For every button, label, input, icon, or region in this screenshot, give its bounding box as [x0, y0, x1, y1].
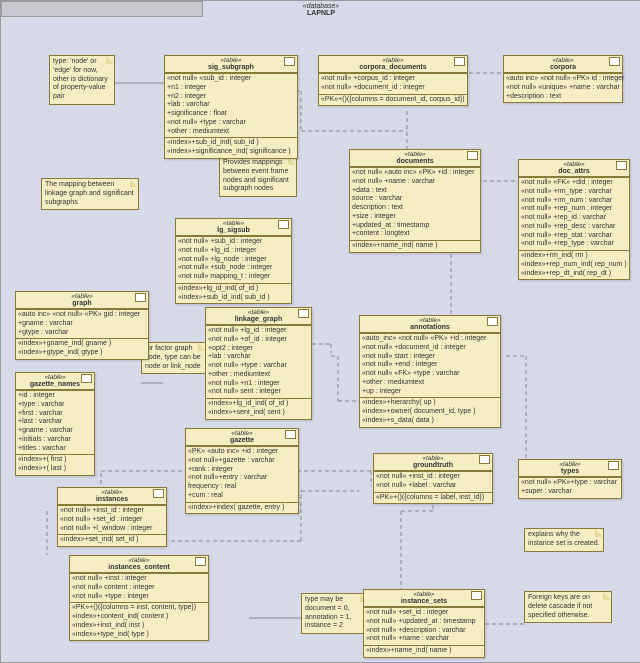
table-icon: [608, 461, 619, 470]
note-provides-mappings: Provides mappings between event frame no…: [219, 156, 297, 197]
note-mapping: The mapping between linkage graph and si…: [41, 178, 139, 210]
table-instances[interactable]: «table»instances «not null» +inst_id : i…: [57, 487, 167, 547]
table-icon: [487, 317, 498, 326]
db-name: LAPNLP: [307, 10, 335, 17]
table-instances-content[interactable]: «table»instances_content «not null» +ins…: [69, 555, 209, 641]
table-icon: [454, 57, 465, 66]
table-icon: [616, 161, 627, 170]
table-lg-sigsub[interactable]: «table»lg_sigsub «not null» +sub_id : in…: [175, 218, 292, 304]
table-icon: [285, 430, 296, 439]
table-gazette-names[interactable]: «table»gazette_names +id : integer+type …: [15, 372, 95, 476]
table-icon: [467, 151, 478, 160]
table-doc-attrs[interactable]: «table»doc_attrs «not null» «FK» +did : …: [518, 159, 630, 280]
table-sig-subgraph[interactable]: «table»sig_subgraph «not null» «sub_id :…: [164, 55, 298, 159]
table-gazette[interactable]: «table»gazette «PK» «auto inc» +id : int…: [185, 428, 299, 514]
table-icon: [195, 557, 206, 566]
table-icon: [278, 220, 289, 229]
table-icon: [284, 57, 295, 66]
table-icon: [479, 455, 490, 464]
note-explains: explains why the instance set is created…: [524, 528, 604, 552]
table-instance-sets[interactable]: «table»instance_sets «not null» +set_id …: [363, 589, 485, 658]
db-stereotype: «database»: [303, 3, 340, 10]
table-icon: [135, 293, 146, 302]
table-icon: [153, 489, 164, 498]
table-corpora[interactable]: «table»corpora «auto inc» «not null» «PK…: [503, 55, 623, 103]
er-diagram-canvas: «database» LAPNLP type: 'node': [0, 0, 640, 663]
table-icon: [471, 591, 482, 600]
note-type-maybe: type may be document = 0, annotation = 1…: [301, 593, 369, 634]
table-corpora-documents[interactable]: «table»corpora_documents «not null» +cor…: [318, 55, 468, 106]
database-title: «database» LAPNLP: [1, 3, 640, 17]
table-graph[interactable]: «table»graph «auto inc» «not null» «PK» …: [15, 291, 149, 360]
note-foreign-keys: Foreign keys are on delete cascade if no…: [524, 591, 612, 623]
table-icon: [298, 309, 309, 318]
note-factor-graph: for factor graph node, type can be node …: [141, 342, 207, 374]
table-types[interactable]: «table»types «not null» «PK»+type : varc…: [518, 459, 622, 499]
table-icon: [609, 57, 620, 66]
table-icon: [81, 374, 92, 383]
note-node-edge: type: 'node' or 'edge' for now, other is…: [49, 55, 115, 105]
table-linkage-graph[interactable]: «table»linkage_graph «not null» +lg_id :…: [205, 307, 312, 420]
table-documents[interactable]: «table»documents «not null» «auto inc» «…: [349, 149, 481, 253]
table-groundtruth[interactable]: «table»groundtruth «not null» +inst_id :…: [373, 453, 493, 504]
table-annotations[interactable]: «table»annotations «auto_inc» «not null»…: [359, 315, 501, 428]
